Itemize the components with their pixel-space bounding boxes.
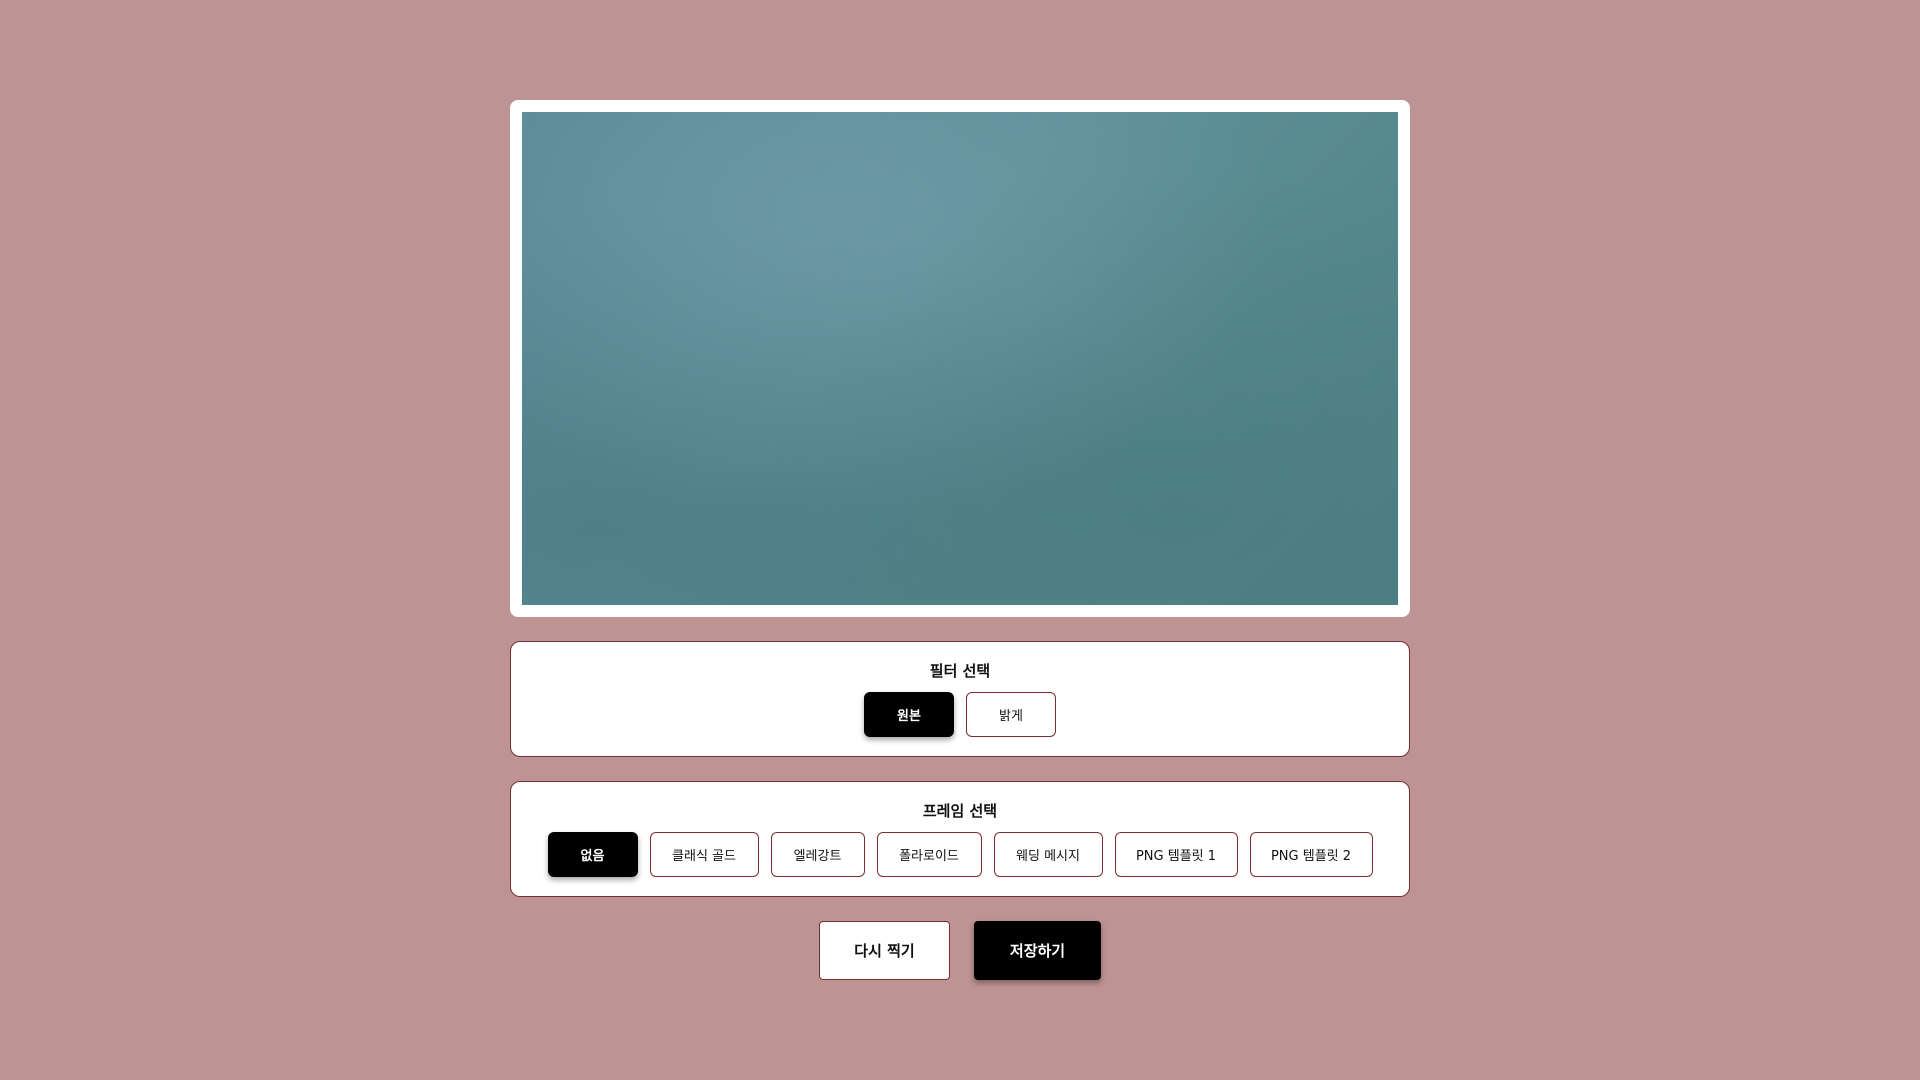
- save-button[interactable]: 저장하기: [974, 921, 1101, 980]
- frame-panel: 프레임 선택 없음 클래식 골드 엘레강트 폴라로이드 웨딩 메시지 PNG 템…: [510, 781, 1410, 897]
- captured-photo-preview: [522, 112, 1398, 605]
- action-buttons: 다시 찍기 저장하기: [0, 921, 1920, 980]
- frame-option-polaroid[interactable]: 폴라로이드: [876, 832, 982, 877]
- frame-options: 없음 클래식 골드 엘레강트 폴라로이드 웨딩 메시지 PNG 템플릿 1 PN…: [511, 832, 1409, 877]
- frame-option-png-template-2[interactable]: PNG 템플릿 2: [1249, 832, 1373, 877]
- filter-option-bright[interactable]: 밝게: [966, 692, 1056, 737]
- filter-option-original[interactable]: 원본: [864, 692, 954, 737]
- frame-option-none[interactable]: 없음: [547, 832, 638, 877]
- frame-option-png-template-1[interactable]: PNG 템플릿 1: [1114, 832, 1238, 877]
- frame-option-elegant[interactable]: 엘레강트: [770, 832, 865, 877]
- frame-option-wedding-message[interactable]: 웨딩 메시지: [993, 832, 1103, 877]
- frame-panel-title: 프레임 선택: [922, 802, 998, 820]
- retake-button[interactable]: 다시 찍기: [819, 921, 950, 980]
- filter-panel-title: 필터 선택: [929, 662, 991, 680]
- frame-option-classic-gold[interactable]: 클래식 골드: [649, 832, 759, 877]
- filter-panel: 필터 선택 원본 밝게: [510, 641, 1410, 757]
- photo-booth-result-page: 필터 선택 원본 밝게 프레임 선택 없음 클래식 골드 엘레강트 폴라로이드 …: [0, 0, 1920, 1080]
- photo-preview-frame: [510, 100, 1410, 617]
- filter-options: 원본 밝게: [511, 692, 1409, 737]
